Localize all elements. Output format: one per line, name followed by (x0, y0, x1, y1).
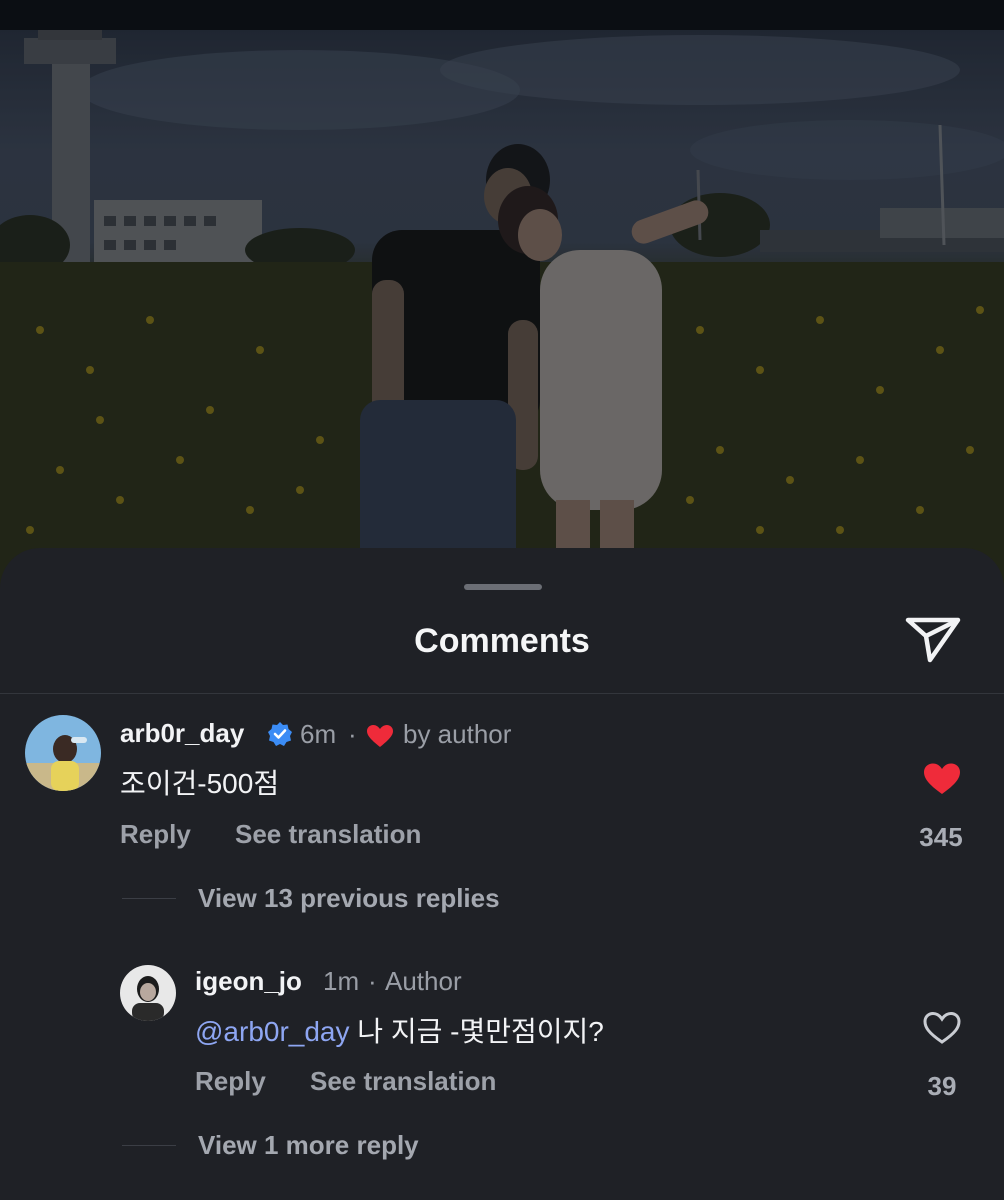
comment-time: 6m (300, 719, 337, 749)
liked-by-author-label: by author (403, 719, 512, 749)
paper-plane-icon[interactable] (902, 612, 964, 668)
replies-line (122, 898, 176, 899)
reply-time: 1m (323, 966, 360, 996)
reply-button[interactable]: Reply (195, 1066, 266, 1097)
post-photo (0, 30, 1004, 590)
reply-text-body: 나 지금 -몇만점이지? (349, 1016, 604, 1047)
heart-icon (366, 724, 394, 748)
meta-separator: · (368, 966, 377, 996)
status-bar (0, 0, 1004, 30)
divider (0, 693, 1004, 694)
drag-handle[interactable] (464, 584, 542, 590)
comment-username[interactable]: arb0r_day (120, 718, 244, 749)
mention-link[interactable]: @arb0r_day (195, 1016, 350, 1047)
sheet-title: Comments (414, 622, 590, 660)
reply-button[interactable]: Reply (120, 819, 191, 850)
comments-sheet: Comments (0, 548, 1004, 1200)
heart-outline-icon[interactable] (922, 1011, 962, 1045)
avatar[interactable] (120, 965, 176, 1021)
verified-badge-icon (267, 721, 293, 747)
meta-separator: · (348, 719, 357, 749)
see-translation-button[interactable]: See translation (310, 1066, 496, 1097)
like-count: 39 (927, 1071, 957, 1101)
heart-filled-icon[interactable] (922, 762, 962, 796)
view-more-replies-button[interactable]: View 1 more reply (198, 1130, 419, 1161)
avatar[interactable] (25, 715, 101, 791)
comment-text: 조이건-500점 (120, 768, 280, 799)
author-badge: Author (385, 966, 462, 996)
reply-text: @arb0r_day 나 지금 -몇만점이지? (195, 1010, 604, 1050)
view-previous-replies-button[interactable]: View 13 previous replies (198, 883, 500, 914)
replies-line (122, 1145, 176, 1146)
see-translation-button[interactable]: See translation (235, 819, 421, 850)
reply-username[interactable]: igeon_jo (195, 966, 302, 997)
like-count: 345 (919, 822, 963, 852)
